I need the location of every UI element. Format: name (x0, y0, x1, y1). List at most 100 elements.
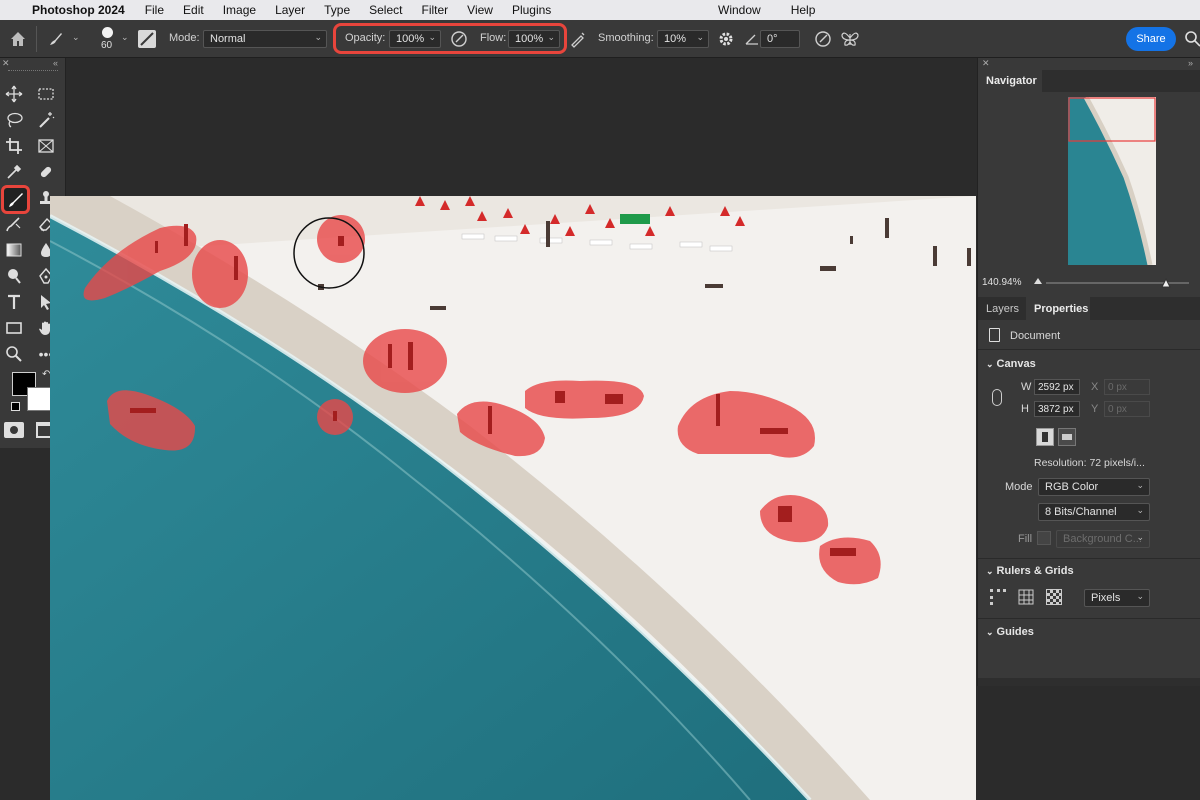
rulers-grids-section-header[interactable]: ⌄ Rulers & Grids (986, 565, 1074, 577)
menu-select[interactable]: Select (369, 3, 402, 17)
width-field[interactable]: 2592 px (1034, 379, 1080, 395)
document-canvas[interactable] (50, 196, 976, 800)
history-brush-tool-icon[interactable] (2, 212, 26, 236)
chevron-down-icon: ⌄ (1136, 591, 1144, 601)
color-mode-dropdown[interactable]: RGB Color ⌄ (1038, 478, 1150, 496)
tab-layers[interactable]: Layers (986, 303, 1019, 315)
zoom-level[interactable]: 140.94% (982, 277, 1021, 288)
mode-dropdown[interactable]: Normal ⌄ (203, 30, 327, 48)
symmetry-butterfly-icon[interactable] (840, 30, 860, 48)
mode-value: Normal (210, 33, 246, 45)
chevron-down-icon: ⌄ (986, 566, 994, 576)
opacity-field[interactable]: 100% ⌄ (389, 30, 441, 48)
menu-help[interactable]: Help (791, 3, 816, 17)
height-label: H (1021, 403, 1029, 415)
landscape-orientation-button[interactable] (1058, 428, 1076, 446)
fill-value: Background C... (1063, 533, 1142, 545)
menu-filter[interactable]: Filter (421, 3, 448, 17)
color-mode-value: RGB Color (1045, 481, 1099, 493)
y-field: 0 px (1104, 401, 1150, 417)
zoom-out-icon[interactable] (1034, 278, 1042, 284)
fill-swatch (1037, 531, 1051, 545)
app-menu[interactable]: Photoshop 2024 (32, 3, 125, 17)
bit-depth-dropdown[interactable]: 8 Bits/Channel ⌄ (1038, 503, 1150, 521)
collapse-icon[interactable]: « (53, 58, 58, 68)
pressure-size-icon[interactable] (814, 30, 832, 48)
grid-icon[interactable] (1018, 589, 1034, 605)
canvas-section-header[interactable]: ⌄ Canvas (986, 358, 1036, 370)
x-label: X (1091, 381, 1099, 393)
collapse-icon[interactable]: » (1188, 58, 1193, 68)
menu-edit[interactable]: Edit (183, 3, 204, 17)
angle-field[interactable]: 0° (760, 30, 800, 48)
zoom-tool-icon[interactable] (2, 342, 26, 366)
marquee-tool-icon[interactable] (34, 82, 58, 106)
zoom-slider-thumb[interactable] (1161, 277, 1171, 288)
chevron-down-icon: ⌄ (547, 32, 555, 42)
move-tool-icon[interactable] (2, 82, 26, 106)
mode-label: Mode (1005, 481, 1033, 493)
smoothing-label: Smoothing: (598, 32, 654, 44)
separator (978, 558, 1200, 559)
flow-field[interactable]: 100% ⌄ (508, 30, 560, 48)
brush-settings-icon[interactable] (138, 30, 156, 48)
close-icon[interactable]: ✕ (2, 58, 10, 69)
angle-icon (744, 31, 760, 47)
opacity-label: Opacity: (345, 32, 386, 44)
dodge-tool-icon[interactable] (2, 264, 26, 288)
ruler-icon[interactable] (990, 589, 1006, 605)
opacity-value: 100% (396, 33, 425, 45)
brush-preset-icon[interactable] (46, 29, 66, 49)
document-icon (989, 328, 1000, 342)
chevron-down-icon[interactable]: ⌄ (121, 32, 129, 43)
grip-handle[interactable] (8, 70, 58, 73)
rectangle-tool-icon[interactable] (2, 316, 26, 340)
angle-value: 0° (767, 33, 778, 45)
options-bar: ⌄ 60 ⌄ Mode: Normal ⌄ Opacity: 100% ⌄ Fl… (0, 20, 1200, 58)
home-icon[interactable] (8, 29, 28, 49)
menu-window[interactable]: Window (718, 3, 761, 17)
quick-mask-icon[interactable] (4, 422, 24, 438)
menu-file[interactable]: File (145, 3, 164, 17)
portrait-orientation-button[interactable] (1036, 428, 1054, 446)
healing-brush-tool-icon[interactable] (34, 160, 58, 184)
brush-size-picker[interactable]: 60 (96, 25, 120, 53)
x-field: 0 px (1104, 379, 1150, 395)
type-tool-icon[interactable] (2, 290, 26, 314)
navigator-thumbnail[interactable] (1068, 97, 1156, 265)
smoothing-field[interactable]: 10% ⌄ (657, 30, 709, 48)
close-icon[interactable]: ✕ (982, 58, 990, 69)
chevron-down-icon: ⌄ (1136, 480, 1144, 490)
airbrush-icon[interactable] (569, 30, 587, 48)
chevron-down-icon: ⌄ (314, 32, 322, 42)
menu-layer[interactable]: Layer (275, 3, 305, 17)
menu-type[interactable]: Type (324, 3, 350, 17)
share-button[interactable]: Share (1126, 27, 1176, 51)
chevron-down-icon[interactable]: ⌄ (72, 32, 80, 43)
gear-icon[interactable] (717, 30, 735, 48)
tab-properties[interactable]: Properties (1026, 297, 1090, 320)
link-icon[interactable] (992, 389, 1002, 406)
pixel-grid-icon[interactable] (1046, 589, 1062, 605)
gradient-tool-icon[interactable] (2, 238, 26, 262)
chevron-down-icon: ⌄ (696, 32, 704, 42)
menu-plugins[interactable]: Plugins (512, 3, 551, 17)
eyedropper-tool-icon[interactable] (2, 160, 26, 184)
default-colors-icon[interactable] (11, 402, 20, 411)
magic-wand-tool-icon[interactable] (34, 108, 58, 132)
crop-tool-icon[interactable] (2, 134, 26, 158)
guides-section-header[interactable]: ⌄ Guides (986, 626, 1034, 638)
tab-navigator[interactable]: Navigator (978, 70, 1042, 92)
brush-tool-button[interactable] (1, 185, 30, 214)
menu-view[interactable]: View (467, 3, 493, 17)
chevron-down-icon: ⌄ (1136, 532, 1144, 542)
frame-tool-icon[interactable] (34, 134, 58, 158)
lasso-tool-icon[interactable] (2, 108, 26, 132)
height-field[interactable]: 3872 px (1034, 401, 1080, 417)
pressure-opacity-icon[interactable] (450, 30, 468, 48)
background-color-swatch[interactable] (27, 387, 51, 411)
menu-image[interactable]: Image (223, 3, 256, 17)
units-dropdown[interactable]: Pixels ⌄ (1084, 589, 1150, 607)
mode-label: Mode: (169, 32, 200, 44)
search-icon[interactable] (1184, 30, 1200, 48)
